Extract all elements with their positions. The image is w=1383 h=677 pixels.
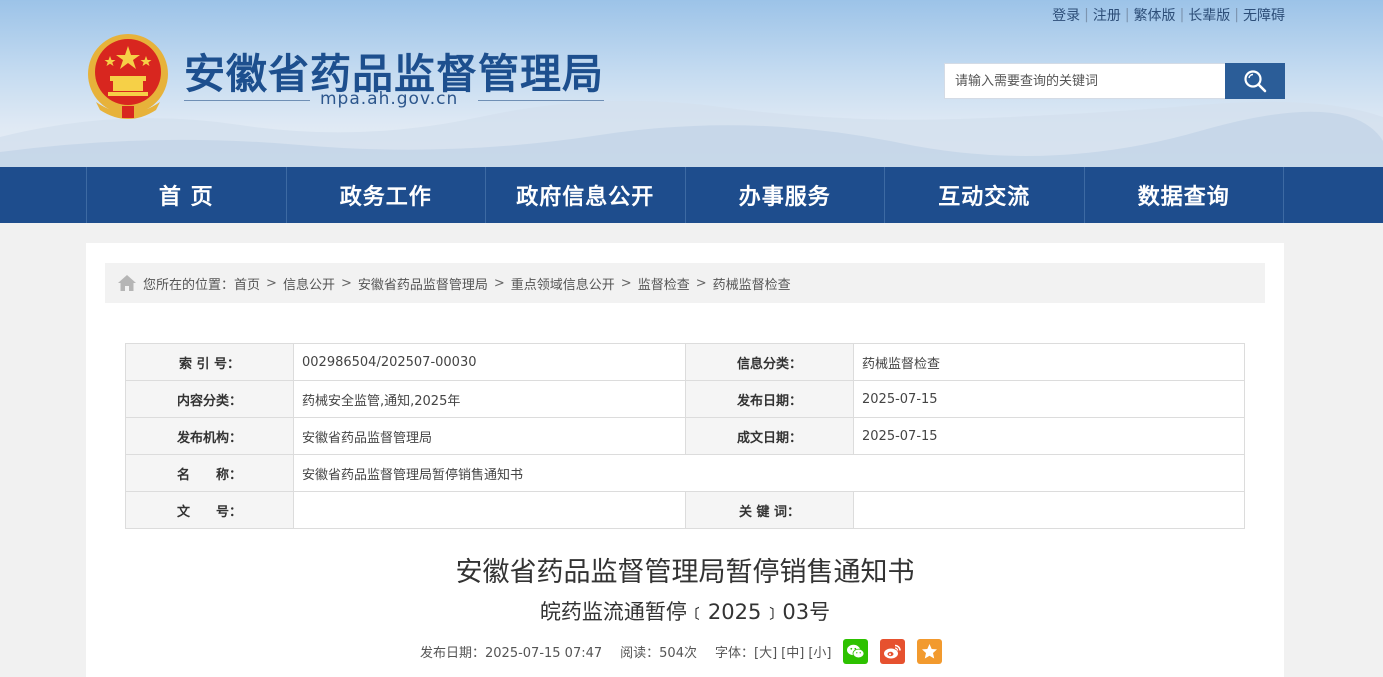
breadcrumb-separator: >	[695, 275, 707, 291]
separator: |	[1124, 7, 1130, 23]
weibo-icon	[884, 644, 902, 658]
login-link[interactable]: 登录	[1052, 5, 1080, 25]
breadcrumb: 您所在的位置： 首页 > 信息公开 > 安徽省药品监督管理局 > 重点领域信息公…	[105, 263, 1265, 303]
publishing-org-value: 安徽省药品监督管理局	[293, 417, 686, 455]
top-links: 登录 | 注册 | 繁体版 | 长辈版 | 无障碍	[1052, 5, 1285, 25]
doc-number-value	[293, 491, 686, 529]
breadcrumb-link[interactable]: 重点领域信息公开	[511, 274, 615, 293]
domain-left-line	[184, 100, 310, 101]
search-button[interactable]	[1225, 63, 1285, 99]
breadcrumb-link[interactable]: 首页	[234, 274, 260, 293]
search-bar	[944, 63, 1285, 99]
font-size-label: 字体：	[714, 645, 754, 661]
doc-number-label: 文 号：	[125, 491, 294, 529]
index-number-label: 索 引 号：	[125, 343, 294, 381]
publish-date-label: 发布日期：	[685, 380, 854, 418]
content-category-label: 内容分类：	[125, 380, 294, 418]
font-small-button[interactable]: [小]	[808, 642, 831, 661]
nav-item-services[interactable]: 办事服务	[686, 167, 885, 223]
font-large-button[interactable]: [大]	[754, 642, 777, 661]
wechat-share-button[interactable]	[843, 638, 869, 664]
keywords-value	[853, 491, 1245, 529]
domain-right-line	[478, 100, 604, 101]
info-category-label: 信息分类：	[685, 343, 854, 381]
breadcrumb-separator: >	[340, 275, 352, 291]
breadcrumb-link[interactable]: 监督检查	[638, 274, 690, 293]
wechat-icon	[847, 644, 865, 658]
breadcrumb-separator: >	[266, 275, 277, 291]
written-date-label: 成文日期：	[685, 417, 854, 455]
nav-item-interaction[interactable]: 互动交流	[885, 167, 1085, 223]
breadcrumb-separator: >	[620, 275, 632, 291]
document-number: 皖药监流通暂停﹝2025﹞03号	[539, 600, 831, 624]
separator: |	[1179, 7, 1185, 23]
doc-name-value: 安徽省药品监督管理局暂停销售通知书	[293, 454, 1245, 492]
read-count: 阅读：504次	[620, 645, 697, 661]
nav-item-home[interactable]: 首 页	[87, 167, 287, 223]
table-row: 文 号： 关 键 词：	[125, 491, 1245, 529]
register-link[interactable]: 注册	[1093, 5, 1121, 25]
elder-version-link[interactable]: 长辈版	[1188, 5, 1230, 25]
keywords-label: 关 键 词：	[685, 491, 854, 529]
nav-item-info-disclosure[interactable]: 政府信息公开	[486, 167, 686, 223]
document-info-bar: 发布日期：2025-07-15 07:47 阅读：504次 字体： [大] [中…	[420, 637, 943, 665]
info-category-value: 药械监督检查	[853, 343, 1245, 381]
site-header: 登录 | 注册 | 繁体版 | 长辈版 | 无障碍 安徽省药品监督管理局 mpa…	[0, 0, 1383, 167]
doc-name-label: 名 称：	[125, 454, 294, 492]
main-nav: 首 页 政务工作 政府信息公开 办事服务 互动交流 数据查询	[0, 167, 1383, 223]
nav-item-government-work[interactable]: 政务工作	[287, 167, 486, 223]
search-icon	[1244, 70, 1267, 93]
search-input[interactable]	[944, 63, 1225, 99]
publishing-org-label: 发布机构：	[125, 417, 294, 455]
font-medium-button[interactable]: [中]	[781, 642, 804, 661]
home-icon	[118, 275, 136, 291]
traditional-chinese-link[interactable]: 繁体版	[1134, 5, 1176, 25]
national-emblem-icon	[88, 34, 168, 119]
table-row: 名 称： 安徽省药品监督管理局暂停销售通知书	[125, 454, 1245, 492]
document-metadata-table: 索 引 号： 002986504/202507-00030 信息分类： 药械监督…	[125, 343, 1245, 529]
content-category-value: 药械安全监管,通知,2025年	[293, 380, 686, 418]
weibo-share-button[interactable]	[880, 638, 906, 664]
table-row: 内容分类： 药械安全监管,通知,2025年 发布日期： 2025-07-15	[125, 380, 1245, 418]
document-title: 安徽省药品监督管理局暂停销售通知书	[455, 557, 915, 588]
breadcrumb-link[interactable]: 安徽省药品监督管理局	[358, 274, 488, 293]
breadcrumb-separator: >	[493, 275, 505, 291]
written-date-value: 2025-07-15	[853, 417, 1245, 455]
breadcrumb-link[interactable]: 信息公开	[283, 274, 335, 293]
breadcrumb-link[interactable]: 药械监督检查	[713, 274, 791, 293]
breadcrumb-prefix: 您所在的位置：	[143, 277, 235, 293]
content-panel: 您所在的位置： 首页 > 信息公开 > 安徽省药品监督管理局 > 重点领域信息公…	[86, 243, 1284, 677]
favorite-share-button[interactable]	[917, 638, 943, 664]
table-row: 发布机构： 安徽省药品监督管理局 成文日期： 2025-07-15	[125, 417, 1245, 455]
star-icon	[922, 643, 938, 658]
accessibility-link[interactable]: 无障碍	[1243, 5, 1285, 25]
publish-datetime: 发布日期：2025-07-15 07:47	[420, 645, 603, 661]
nav-item-data-query[interactable]: 数据查询	[1085, 167, 1284, 223]
publish-date-value: 2025-07-15	[853, 380, 1245, 418]
table-row: 索 引 号： 002986504/202507-00030 信息分类： 药械监督…	[125, 343, 1245, 381]
site-domain: mpa.ah.gov.cn	[320, 89, 459, 109]
separator: |	[1234, 7, 1239, 23]
separator: |	[1084, 7, 1089, 23]
index-number-value: 002986504/202507-00030	[293, 343, 686, 381]
